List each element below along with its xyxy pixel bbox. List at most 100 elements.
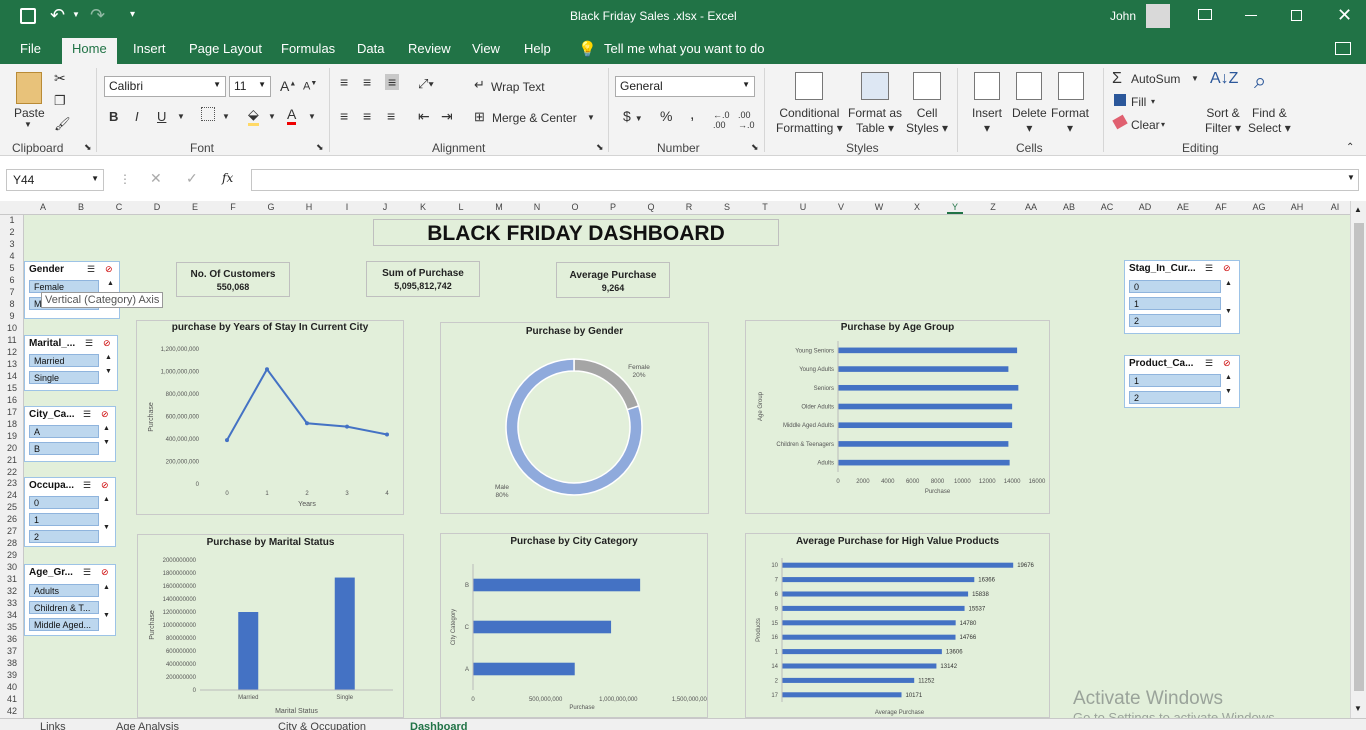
fill-color-dropdown-icon[interactable]: ▼ <box>268 112 276 121</box>
column-header[interactable]: Y <box>947 202 963 214</box>
column-header[interactable]: K <box>415 202 431 212</box>
ribbon-display-icon[interactable] <box>1198 9 1212 20</box>
slicer-item[interactable]: 1 <box>1129 297 1221 310</box>
slicer-item[interactable]: Children & T... <box>29 601 99 614</box>
row-header[interactable]: 42 <box>2 706 22 716</box>
minimize-icon[interactable] <box>1245 15 1257 16</box>
clear-filter-icon[interactable]: ⊘ <box>105 264 113 275</box>
slicer-item[interactable]: Single <box>29 371 99 384</box>
column-header[interactable]: X <box>909 202 925 212</box>
row-header[interactable]: 7 <box>2 287 22 297</box>
chart-gender[interactable]: Purchase by Gender Female 20% Male 80% <box>440 322 709 514</box>
clear-filter-icon[interactable]: ⊘ <box>101 480 109 491</box>
column-header[interactable]: Q <box>643 202 659 212</box>
slicer-scrollbar[interactable]: ▲▼ <box>103 496 112 544</box>
fill-dropdown-icon[interactable]: ▾ <box>1151 97 1155 106</box>
column-header[interactable]: A <box>35 202 51 212</box>
tab-insert[interactable]: Insert <box>133 41 166 56</box>
row-header[interactable]: 20 <box>2 443 22 453</box>
restore-icon[interactable] <box>1291 10 1302 21</box>
worksheet[interactable]: BLACK FRIDAY DASHBOARD No. Of Customers 5… <box>24 215 1350 718</box>
wrap-text-button[interactable]: Wrap Text <box>491 80 545 94</box>
column-header[interactable]: V <box>833 202 849 212</box>
column-header[interactable]: T <box>757 202 773 212</box>
multi-select-icon[interactable]: ☰ <box>87 264 95 275</box>
cut-icon[interactable]: ✂ <box>54 70 66 87</box>
slicer-item[interactable]: A <box>29 425 99 438</box>
number-dialog-launcher-icon[interactable]: ⬊ <box>751 142 759 153</box>
multi-select-icon[interactable]: ☰ <box>85 338 93 349</box>
clear-dropdown-icon[interactable]: ▾ <box>1161 120 1165 129</box>
column-header[interactable]: AI <box>1327 202 1343 212</box>
sheet-tab[interactable]: City & Occupation <box>278 721 366 730</box>
font-color-dropdown-icon[interactable]: ▼ <box>308 112 316 121</box>
slicer-item[interactable]: 1 <box>1129 374 1221 387</box>
column-header[interactable]: D <box>149 202 165 212</box>
column-header[interactable]: U <box>795 202 811 212</box>
sort-filter-button[interactable]: Sort & Filter ▾ <box>1205 106 1241 136</box>
row-header[interactable]: 11 <box>2 335 22 345</box>
italic-button[interactable]: I <box>135 109 139 124</box>
accounting-format-icon[interactable]: $ ▼ <box>623 108 643 124</box>
column-header[interactable]: S <box>719 202 735 212</box>
row-header[interactable]: 25 <box>2 502 22 512</box>
undo-icon[interactable]: ↶ <box>50 5 65 26</box>
align-bottom-icon[interactable]: ≡ <box>385 74 400 90</box>
kpi-customers[interactable]: No. Of Customers 550,068 <box>176 262 290 297</box>
insert-cells-button[interactable]: Insert ▾ <box>972 106 1002 136</box>
merge-center-button[interactable]: Merge & Center <box>492 111 577 125</box>
column-header[interactable]: AE <box>1175 202 1191 212</box>
row-header[interactable]: 29 <box>2 550 22 560</box>
row-header[interactable]: 27 <box>2 526 22 536</box>
row-header[interactable]: 24 <box>2 490 22 500</box>
clear-filter-icon[interactable]: ⊘ <box>101 409 109 420</box>
tab-page-layout[interactable]: Page Layout <box>189 41 262 56</box>
tab-file[interactable]: File <box>20 41 41 56</box>
decrease-decimal-icon[interactable]: .00 →.0 <box>738 110 755 130</box>
kpi-sum-purchase[interactable]: Sum of Purchase 5,095,812,742 <box>366 261 480 297</box>
column-header[interactable]: R <box>681 202 697 212</box>
row-header[interactable]: 18 <box>2 419 22 429</box>
column-header[interactable]: L <box>453 202 469 212</box>
scroll-down-icon[interactable]: ▼ <box>1354 704 1362 713</box>
avatar[interactable] <box>1146 4 1170 28</box>
column-header[interactable]: M <box>491 202 507 212</box>
column-header[interactable]: P <box>605 202 621 212</box>
slicer-item[interactable]: Middle Aged... <box>29 618 99 631</box>
row-header[interactable]: 9 <box>2 311 22 321</box>
multi-select-icon[interactable]: ☰ <box>83 480 91 491</box>
column-header[interactable]: J <box>377 202 393 212</box>
column-header[interactable]: AF <box>1213 202 1229 212</box>
row-header[interactable]: 10 <box>2 323 22 333</box>
multi-select-icon[interactable]: ☰ <box>83 567 91 578</box>
chart-stay-years[interactable]: purchase by Years of Stay In Current Cit… <box>136 320 404 515</box>
alignment-dialog-launcher-icon[interactable]: ⬊ <box>596 142 604 153</box>
row-header[interactable]: 37 <box>2 646 22 656</box>
tab-view[interactable]: View <box>472 41 500 56</box>
save-icon[interactable] <box>20 8 36 24</box>
fill-color-icon[interactable]: ⬙ <box>248 106 259 126</box>
comma-style-icon[interactable]: , <box>690 106 694 124</box>
customize-qat-icon[interactable]: ▾ <box>130 9 135 20</box>
slicer-gender[interactable]: Gender ☰ ⊘ Female Male ▲▼ <box>24 261 120 319</box>
borders-icon[interactable] <box>201 107 215 121</box>
percent-style-icon[interactable]: % <box>660 108 672 124</box>
clear-filter-icon[interactable]: ⊘ <box>1223 358 1231 369</box>
row-header[interactable]: 1 <box>2 215 22 225</box>
scroll-thumb[interactable] <box>1354 223 1364 691</box>
format-painter-icon[interactable]: 🖌 <box>54 116 71 132</box>
align-left-icon[interactable]: ≡ <box>340 108 348 124</box>
redo-icon[interactable]: ↷ <box>90 5 105 26</box>
font-color-icon[interactable]: A <box>287 106 297 125</box>
decrease-font-icon[interactable]: A▼ <box>303 80 317 93</box>
slicer-item[interactable]: 2 <box>1129 314 1221 327</box>
slicer-scrollbar[interactable]: ▲▼ <box>1225 374 1234 404</box>
insert-function-icon[interactable]: fx <box>222 171 233 185</box>
row-header[interactable]: 12 <box>2 347 22 357</box>
vertical-scrollbar[interactable]: ▲ ▼ <box>1350 201 1366 718</box>
column-header[interactable]: G <box>263 202 279 212</box>
borders-dropdown-icon[interactable]: ▼ <box>222 112 230 121</box>
autosum-button[interactable]: AutoSum <box>1131 72 1180 86</box>
increase-decimal-icon[interactable]: ←.0.00 <box>713 110 730 130</box>
tab-data[interactable]: Data <box>357 41 384 56</box>
